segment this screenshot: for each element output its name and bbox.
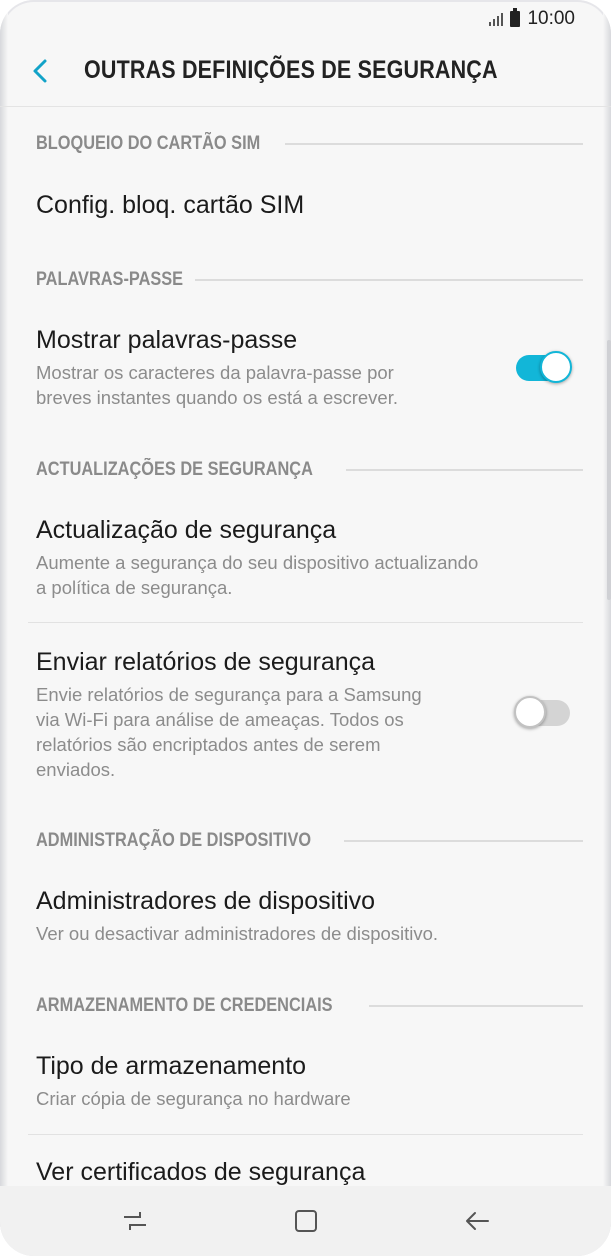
item-title: Tipo de armazenamento [36, 1052, 307, 1080]
section-header-device-admin: ADMINISTRAÇÃO DE DISPOSITIVO [36, 829, 583, 853]
item-subtitle: Mostrar os caracteres da palavra-passe p… [36, 362, 398, 408]
toggle-knob [514, 696, 546, 728]
item-title: Actualização de segurança [36, 516, 337, 544]
toggle-knob [540, 351, 572, 383]
list-divider [28, 1134, 583, 1135]
list-item-show-passwords[interactable]: Mostrar palavras-passe Mostrar os caract… [36, 324, 511, 410]
app-bar: OUTRAS DEFINIÇÕES DE SEGURANÇA [0, 38, 611, 107]
item-title: Mostrar palavras-passe [36, 326, 298, 354]
page-title: OUTRAS DEFINIÇÕES DE SEGURANÇA [84, 56, 498, 84]
send-security-reports-toggle[interactable] [514, 696, 570, 728]
section-header-passwords: PALAVRAS-PASSE [36, 268, 583, 292]
status-time: 10:00 [527, 8, 575, 29]
show-passwords-toggle[interactable] [516, 351, 572, 383]
status-bar: 10:00 [0, 0, 611, 38]
list-item-sim-lock-settings[interactable]: Config. bloq. cartão SIM [36, 189, 575, 221]
screen-edge-left [0, 0, 8, 1256]
item-title: Config. bloq. cartão SIM [36, 191, 305, 219]
item-subtitle: Criar cópia de segurança no hardware [36, 1088, 351, 1109]
section-header-credential-storage: ARMAZENAMENTO DE CREDENCIAIS [36, 994, 583, 1018]
phone-screen: 10:00 OUTRAS DEFINIÇÕES DE SEGURANÇA BLO… [0, 0, 611, 1256]
item-subtitle: Envie relatórios de segurança para a Sam… [36, 684, 422, 780]
screen-edge-right [603, 0, 611, 1256]
item-subtitle: Ver ou desactivar administradores de dis… [36, 923, 439, 944]
battery-icon [510, 8, 521, 27]
list-item-security-update[interactable]: Actualização de segurança Aumente a segu… [36, 514, 575, 600]
item-title: Ver certificados de segurança [36, 1158, 366, 1186]
item-title: Enviar relatórios de segurança [36, 648, 376, 676]
list-item-send-security-reports[interactable]: Enviar relatórios de segurança Envie rel… [36, 646, 511, 782]
home-icon[interactable] [291, 1206, 321, 1236]
navigation-bar [0, 1186, 611, 1256]
recents-icon[interactable] [120, 1206, 150, 1236]
signal-icon [489, 12, 504, 26]
section-header-sim-lock: BLOQUEIO DO CARTÃO SIM [36, 132, 583, 156]
list-divider [28, 622, 583, 623]
edge-panel-handle[interactable] [607, 340, 611, 600]
item-subtitle: Aumente a segurança do seu dispositivo a… [36, 552, 479, 598]
item-title: Administradores de dispositivo [36, 887, 376, 915]
back-arrow-icon[interactable] [28, 56, 54, 86]
section-header-security-updates: ACTUALIZAÇÕES DE SEGURANÇA [36, 458, 583, 482]
list-item-view-security-certificates[interactable]: Ver certificados de segurança [36, 1156, 575, 1188]
list-item-storage-type[interactable]: Tipo de armazenamento Criar cópia de seg… [36, 1050, 575, 1111]
back-icon[interactable] [462, 1206, 492, 1236]
list-item-device-administrators[interactable]: Administradores de dispositivo Ver ou de… [36, 885, 575, 946]
